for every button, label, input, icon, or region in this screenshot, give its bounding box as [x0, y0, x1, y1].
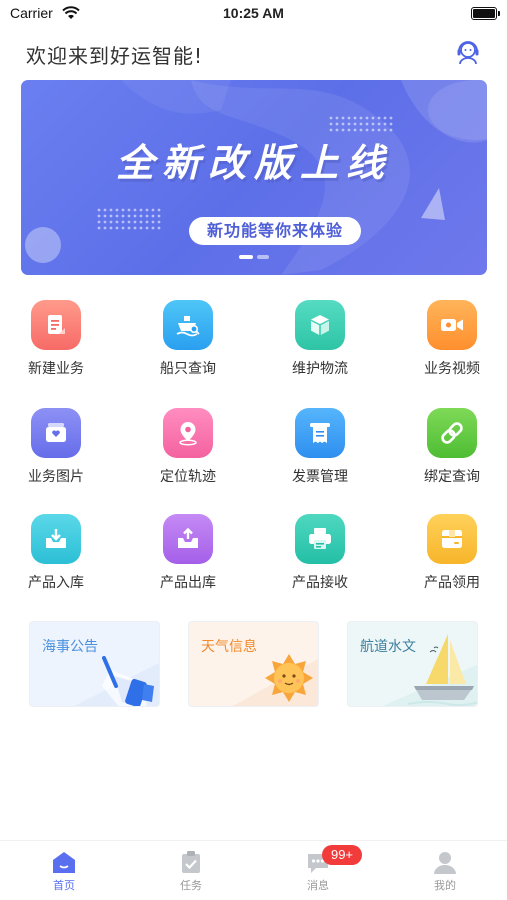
sun-icon — [232, 654, 318, 706]
invoice-icon — [310, 423, 330, 443]
grid-icon-bg — [31, 300, 81, 350]
banner-dot-active[interactable] — [239, 255, 253, 259]
card-maritime-notice[interactable]: 海事公告 — [29, 621, 160, 707]
card-waterway-hydrology[interactable]: 航道水文 — [347, 621, 478, 707]
grid-icon-bg — [163, 408, 213, 458]
grid-label: 船只查询 — [160, 361, 216, 377]
card-title: 航道水文 — [360, 639, 416, 655]
inbox-in-icon — [46, 529, 66, 548]
tab-label: 任务 — [180, 879, 202, 892]
document-icon — [48, 315, 65, 334]
banner-title: 全新改版上线 — [115, 141, 392, 185]
battery-icon — [471, 7, 500, 20]
customer-service-icon[interactable] — [455, 39, 481, 65]
grid-item-product-stock-out[interactable]: 产品出库 — [138, 514, 238, 592]
tab-home[interactable]: 首页 — [24, 849, 104, 893]
grid-label: 业务图片 — [28, 469, 84, 485]
grid-label: 绑定查询 — [424, 469, 480, 485]
grid-label: 新建业务 — [28, 361, 84, 377]
tab-messages[interactable]: 消息 99+ — [278, 845, 362, 893]
card-weather-info[interactable]: 天气信息 — [188, 621, 319, 707]
banner-pagination — [21, 255, 487, 261]
unread-badge: 99+ — [322, 845, 362, 865]
video-icon — [441, 319, 463, 331]
grid-icon-bg — [427, 514, 477, 564]
tab-label: 我的 — [434, 879, 456, 892]
grid-item-product-receive[interactable]: 产品接收 — [270, 514, 370, 592]
card-title: 海事公告 — [42, 639, 98, 655]
grid-label: 定位轨迹 — [160, 469, 216, 485]
grid-item-new-business[interactable]: 新建业务 — [6, 300, 106, 378]
bottom-tab-bar: 首页 任务 消息 99+ 我的 — [0, 840, 507, 900]
inbox-out-icon — [178, 527, 198, 548]
grid-item-product-requisition[interactable]: 产品领用 — [402, 514, 502, 592]
banner-dot[interactable] — [257, 255, 269, 259]
grid-label: 产品入库 — [28, 575, 84, 591]
home-icon — [53, 852, 75, 873]
grid-label: 产品接收 — [292, 575, 348, 591]
status-bar: Carrier 10:25 AM — [0, 0, 507, 28]
grid-item-binding-query[interactable]: 绑定查询 — [402, 408, 502, 486]
image-icon — [46, 423, 66, 442]
link-icon — [441, 422, 463, 444]
grid-label: 业务视频 — [424, 361, 480, 377]
clock: 10:25 AM — [223, 5, 284, 21]
grid-item-invoice-management[interactable]: 发票管理 — [270, 408, 370, 486]
grid-icon-bg — [295, 514, 345, 564]
grid-item-business-video[interactable]: 业务视频 — [402, 300, 502, 378]
grid-icon-bg — [295, 408, 345, 458]
location-pin-icon — [179, 422, 197, 446]
grid-icon-bg — [163, 514, 213, 564]
tab-tasks[interactable]: 任务 — [151, 849, 231, 893]
grid-icon-bg — [427, 408, 477, 458]
megaphone-icon — [73, 656, 159, 706]
clipboard-check-icon — [182, 851, 200, 873]
grid-label: 产品领用 — [424, 575, 480, 591]
grid-item-product-stock-in[interactable]: 产品入库 — [6, 514, 106, 592]
grid-icon-bg — [163, 300, 213, 350]
tab-label: 首页 — [53, 879, 75, 892]
user-icon — [434, 852, 456, 874]
welcome-title: 欢迎来到好运智能! — [26, 44, 204, 68]
grid-icon-bg — [427, 300, 477, 350]
grid-icon-bg — [295, 300, 345, 350]
box-icon — [311, 315, 329, 335]
package-icon — [442, 530, 462, 548]
grid-label: 产品出库 — [160, 575, 216, 591]
grid-item-business-images[interactable]: 业务图片 — [6, 408, 106, 486]
promo-banner[interactable]: 全新改版上线 新功能等你来体验 — [21, 80, 487, 275]
grid-icon-bg — [31, 408, 81, 458]
banner-subtitle: 新功能等你来体验 — [189, 217, 361, 245]
grid-item-location-track[interactable]: 定位轨迹 — [138, 408, 238, 486]
card-title: 天气信息 — [201, 639, 257, 655]
grid-icon-bg — [31, 514, 81, 564]
sailboat-icon — [382, 634, 477, 706]
printer-receive-icon — [309, 528, 331, 549]
grid-label: 发票管理 — [292, 469, 348, 485]
grid-item-ship-query[interactable]: 船只查询 — [138, 300, 238, 378]
tab-label: 消息 — [307, 879, 329, 892]
tab-profile[interactable]: 我的 — [405, 849, 485, 893]
grid-label: 维护物流 — [292, 361, 348, 377]
grid-item-maintain-logistics[interactable]: 维护物流 — [270, 300, 370, 378]
ship-search-icon — [176, 316, 200, 337]
